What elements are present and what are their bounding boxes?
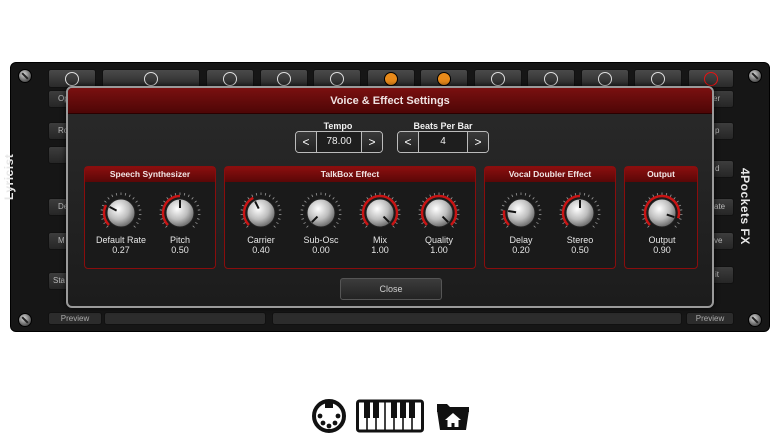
beats-increment-button[interactable]: >: [468, 132, 488, 152]
knob-default-rate[interactable]: Default Rate 0.27: [91, 191, 151, 255]
knob-control[interactable]: [239, 191, 283, 235]
preview-track-main[interactable]: [272, 312, 682, 325]
preview-right-button[interactable]: Preview: [686, 312, 734, 325]
knob-value: 0.27: [112, 245, 130, 255]
knob-control[interactable]: [299, 191, 343, 235]
preview-track-left[interactable]: [104, 312, 266, 325]
mic-off-icon: [384, 72, 398, 86]
talkbox-effect-group: TalkBox Effect Carrier 0.40 Sub-Osc 0.00…: [224, 166, 476, 269]
group-title: Speech Synthesizer: [85, 167, 215, 182]
rack-right-label: 4Pockets FX: [738, 168, 752, 245]
upload-icon: [598, 72, 612, 86]
knob-label: Quality: [424, 235, 453, 245]
knob-pitch[interactable]: Pitch 0.50: [150, 191, 210, 255]
knob-value: 1.00: [430, 245, 448, 255]
rack-left-label: Lyricist: [2, 153, 16, 200]
group-title: TalkBox Effect: [225, 167, 475, 182]
clipboard-icon: [544, 72, 558, 86]
download-icon: [651, 72, 665, 86]
copy-icon: [491, 72, 505, 86]
knob-value: 1.00: [371, 245, 389, 255]
knob-pointer: [508, 209, 517, 214]
knob-label: Delay: [509, 235, 533, 245]
knob-output[interactable]: Output 0.90: [632, 191, 692, 255]
knob-value: 0.50: [171, 245, 189, 255]
bottom-icon-bar: [310, 398, 472, 434]
screw-icon: [18, 69, 32, 83]
tempo-decrement-button[interactable]: <: [296, 132, 316, 152]
knob-value: 0.50: [571, 245, 589, 255]
knob-sub-osc[interactable]: Sub-Osc 0.00: [291, 191, 351, 255]
beats-per-bar-stepper: < 4 >: [397, 131, 489, 153]
knob-value: 0.90: [653, 245, 671, 255]
refresh-icon: [223, 72, 237, 86]
knob-control[interactable]: [417, 191, 461, 235]
screw-icon: [18, 313, 32, 327]
knob-label: Pitch: [169, 235, 190, 245]
beats-decrement-button[interactable]: <: [398, 132, 418, 152]
mic-icon: [277, 72, 291, 86]
dialog-title: Voice & Effect Settings: [68, 88, 712, 114]
midi-port-icon[interactable]: [310, 398, 348, 434]
tempo-stepper: < 78.00 >: [295, 131, 383, 153]
knob-label: Carrier: [247, 235, 275, 245]
screw-icon: [748, 69, 762, 83]
knob-control[interactable]: [99, 191, 143, 235]
tempo-label: Tempo: [323, 121, 353, 131]
group-title: Vocal Doubler Effect: [485, 167, 615, 182]
knob-mix[interactable]: Mix 1.00: [350, 191, 410, 255]
tempo-value[interactable]: 78.00: [316, 132, 362, 152]
knob-control[interactable]: [558, 191, 602, 235]
knob-label: Output: [648, 235, 676, 245]
vocal-doubler-group: Vocal Doubler Effect Delay 0.20 Stereo 0…: [484, 166, 616, 269]
output-group: Output Output 0.90: [624, 166, 698, 269]
knob-label: Default Rate: [95, 235, 147, 245]
preview-left-button[interactable]: Preview: [48, 312, 102, 325]
piano-keyboard-icon[interactable]: [356, 398, 424, 434]
beats-value[interactable]: 4: [418, 132, 468, 152]
knob-label: Stereo: [566, 235, 594, 245]
knob-stereo[interactable]: Stereo 0.50: [550, 191, 610, 255]
gear-icon: [65, 72, 79, 86]
power-icon: [704, 72, 718, 86]
screw-icon: [748, 313, 762, 327]
knob-carrier[interactable]: Carrier 0.40: [231, 191, 291, 255]
group-title: Output: [625, 167, 697, 182]
close-button[interactable]: Close: [340, 278, 442, 300]
folder-home-icon[interactable]: [434, 398, 472, 434]
knob-label: Sub-Osc: [303, 235, 339, 245]
mask-icon: [144, 72, 158, 86]
knob-quality[interactable]: Quality 1.00: [409, 191, 469, 255]
tempo-increment-button[interactable]: >: [362, 132, 382, 152]
knob-value: 0.20: [512, 245, 530, 255]
app-screen: Lyricist 4Pockets FX Op Ro De M Sta Prev…: [0, 0, 780, 439]
knob-control[interactable]: [158, 191, 202, 235]
voice-effect-settings-dialog: Voice & Effect Settings Tempo < 78.00 > …: [66, 86, 714, 308]
knob-value: 0.00: [312, 245, 330, 255]
knob-value: 0.40: [252, 245, 270, 255]
knob-control[interactable]: [499, 191, 543, 235]
knob-control[interactable]: [640, 191, 684, 235]
knob-control[interactable]: [358, 191, 402, 235]
users-icon: [437, 72, 451, 86]
play-icon: [330, 72, 344, 86]
speech-synthesizer-group: Speech Synthesizer Default Rate 0.27 Pit…: [84, 166, 216, 269]
beats-per-bar-label: Beats Per Bar: [413, 121, 473, 131]
knob-delay[interactable]: Delay 0.20: [491, 191, 551, 255]
knob-label: Mix: [373, 235, 387, 245]
